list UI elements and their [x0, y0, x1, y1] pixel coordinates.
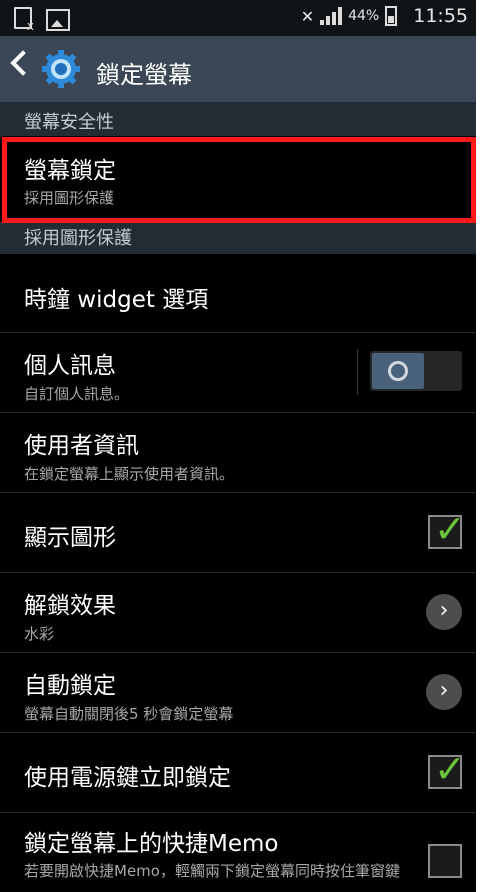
action-bar: 鎖定螢幕 [0, 36, 476, 102]
user-info-title: 使用者資訊 [24, 433, 139, 459]
personal-info-title: 個人訊息 [24, 353, 116, 379]
personal-info-item[interactable]: 個人訊息 自訂個人訊息。 [0, 333, 476, 413]
show-pattern-title: 顯示圖形 [24, 525, 116, 551]
gear-icon [42, 50, 80, 88]
section-header-label: 採用圖形保護 [24, 228, 132, 249]
section-header-label: 螢幕安全性 [24, 112, 114, 133]
clock-widget-title: 時鐘 widget 選項 [24, 287, 209, 313]
show-pattern-item[interactable]: 顯示圖形 ✓ [0, 493, 476, 573]
power-lock-item[interactable]: 使用電源鍵立即鎖定 ✓ [0, 733, 476, 813]
checkmark-icon: ✓ [434, 507, 466, 551]
quick-memo-item[interactable]: 鎖定螢幕上的快捷Memo 若要開啟快捷Memo，輕觸兩下鎖定螢幕同時按住筆窗鍵 [0, 813, 476, 892]
clock-time: 11:55 [413, 5, 468, 27]
chevron-right-icon[interactable]: › [426, 674, 462, 710]
highlight-box [2, 137, 476, 223]
signal-icon [320, 7, 343, 25]
unlock-effect-title: 解鎖效果 [24, 593, 116, 619]
personal-info-toggle[interactable] [370, 351, 462, 391]
quick-memo-subtitle: 若要開啟快捷Memo，輕觸兩下鎖定螢幕同時按住筆窗鍵 [24, 862, 400, 880]
quick-memo-title: 鎖定螢幕上的快捷Memo [24, 831, 279, 857]
status-bar: ✕ 44% 11:55 [0, 0, 476, 36]
checkmark-icon: ✓ [434, 747, 466, 791]
toggle-knob [372, 353, 424, 389]
mute-icon: ✕ [300, 6, 315, 26]
page-title: 鎖定螢幕 [96, 61, 192, 89]
settings-screen: ✕ 44% 11:55 鎖定螢幕 螢幕安全性 [0, 0, 476, 892]
screenshot-icon [14, 7, 34, 33]
unlock-effect-item[interactable]: 解鎖效果 水彩 › [0, 573, 476, 653]
power-lock-checkbox[interactable]: ✓ [428, 747, 466, 791]
auto-lock-subtitle: 螢幕自動關閉後5 秒會鎖定螢幕 [24, 705, 234, 723]
chevron-right-icon[interactable]: › [426, 594, 462, 630]
clock-widget-item[interactable]: 時鐘 widget 選項 [0, 254, 476, 333]
section-header-screen-security: 螢幕安全性 [0, 102, 476, 136]
personal-info-subtitle: 自訂個人訊息。 [24, 385, 130, 403]
auto-lock-title: 自動鎖定 [24, 673, 116, 699]
section-header-pattern: 採用圖形保護 [0, 222, 476, 254]
unlock-effect-subtitle: 水彩 [24, 625, 55, 643]
auto-lock-item[interactable]: 自動鎖定 螢幕自動關閉後5 秒會鎖定螢幕 › [0, 653, 476, 733]
image-icon [46, 9, 70, 31]
battery-icon [385, 6, 398, 26]
back-arrow-icon[interactable] [10, 50, 36, 76]
show-pattern-checkbox[interactable]: ✓ [428, 507, 466, 551]
power-lock-title: 使用電源鍵立即鎖定 [24, 765, 231, 791]
user-info-subtitle: 在鎖定螢幕上顯示使用者資訊。 [24, 465, 235, 483]
user-info-item[interactable]: 使用者資訊 在鎖定螢幕上顯示使用者資訊。 [0, 413, 476, 493]
battery-percent: 44% [348, 8, 380, 24]
quick-memo-checkbox[interactable] [428, 844, 462, 878]
divider [357, 349, 358, 395]
